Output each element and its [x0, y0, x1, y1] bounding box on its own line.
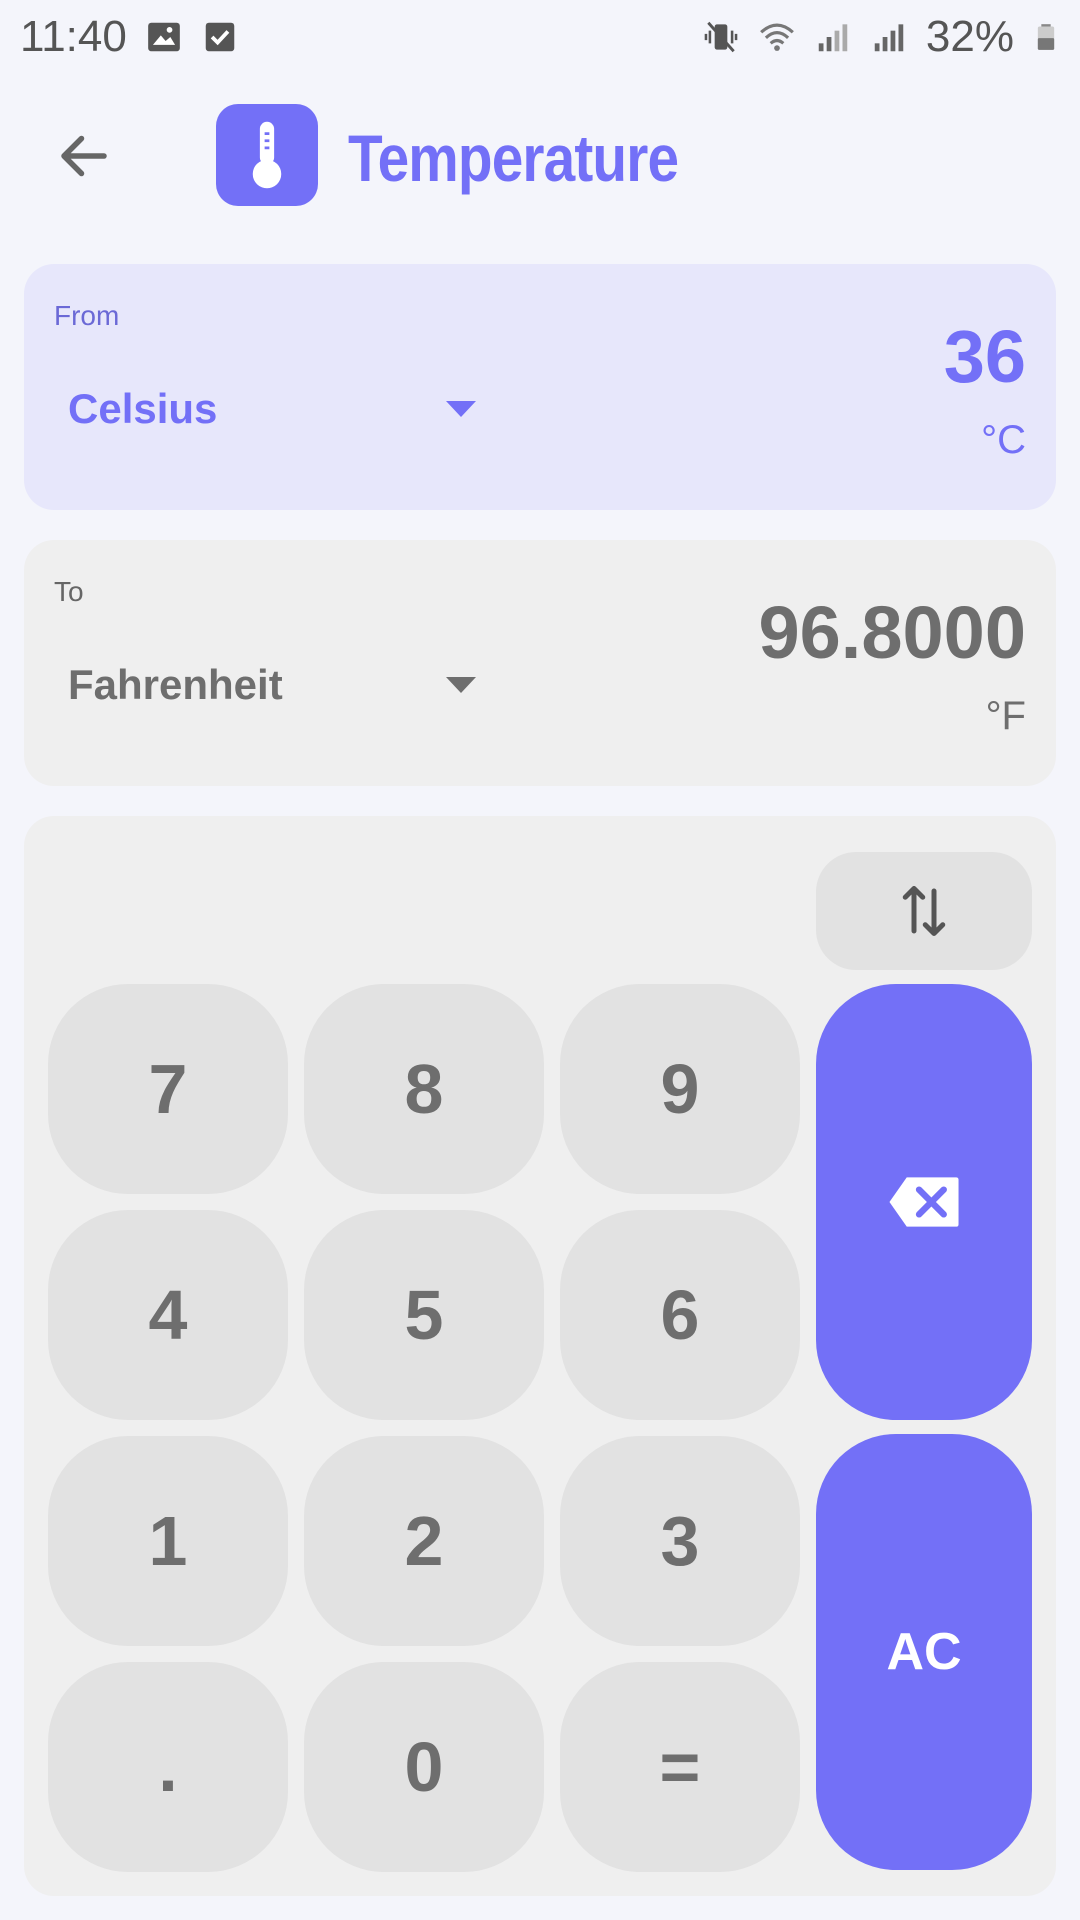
key-5[interactable]: 5	[304, 1210, 544, 1420]
from-unit-dropdown[interactable]: Celsius	[68, 374, 488, 444]
thermometer-icon	[216, 104, 318, 206]
key-4[interactable]: 4	[48, 1210, 288, 1420]
key-equals[interactable]: =	[560, 1662, 800, 1872]
status-right: 32%	[702, 12, 1060, 62]
key-6[interactable]: 6	[560, 1210, 800, 1420]
key-8[interactable]: 8	[304, 984, 544, 1194]
from-label: From	[54, 300, 120, 331]
back-button[interactable]	[44, 116, 124, 196]
key-1[interactable]: 1	[48, 1436, 288, 1646]
arrow-back-icon	[61, 135, 107, 177]
from-unit-name: Celsius	[68, 385, 218, 432]
wifi-icon	[760, 23, 794, 51]
backspace-icon	[889, 1177, 959, 1227]
app-bar: Temperature	[0, 100, 1080, 210]
clear-button[interactable]: AC	[816, 1434, 1032, 1870]
battery-percent: 32%	[925, 12, 1014, 61]
key-7[interactable]: 7	[48, 984, 288, 1194]
backspace-button[interactable]	[816, 984, 1032, 1420]
checkbox-icon	[205, 22, 235, 52]
to-unit-name: Fahrenheit	[68, 661, 283, 708]
from-unit-symbol: °C	[981, 418, 1026, 462]
key-2[interactable]: 2	[304, 1436, 544, 1646]
status-time: 11:40	[20, 12, 127, 61]
status-left: 11:40	[20, 12, 239, 62]
key-0[interactable]: 0	[304, 1662, 544, 1872]
swap-vertical-icon	[902, 886, 946, 936]
page-title: Temperature	[348, 121, 679, 195]
to-label: To	[54, 576, 84, 607]
from-card: From Celsius 36 °C	[24, 264, 1056, 510]
battery-icon	[1037, 24, 1055, 50]
image-icon	[148, 22, 180, 52]
status-bar: 11:40 32%	[0, 0, 1080, 74]
keypad: 7 8 9 4 5 6 1 2 3 . 0 = AC	[24, 816, 1056, 1896]
to-value: 96.8000	[758, 591, 1027, 674]
chevron-down-icon	[446, 401, 476, 417]
vibrate-icon	[704, 21, 738, 53]
from-value: 36	[943, 315, 1026, 398]
key-9[interactable]: 9	[560, 984, 800, 1194]
to-unit-dropdown[interactable]: Fahrenheit	[68, 650, 488, 720]
to-unit-symbol: °F	[985, 694, 1026, 738]
key-3[interactable]: 3	[560, 1436, 800, 1646]
signal-icon	[874, 24, 904, 52]
chevron-down-icon	[446, 677, 476, 693]
signal-icon	[818, 24, 848, 52]
key-decimal[interactable]: .	[48, 1662, 288, 1872]
to-card: To Fahrenheit 96.8000 °F	[24, 540, 1056, 786]
swap-button[interactable]	[816, 852, 1032, 970]
